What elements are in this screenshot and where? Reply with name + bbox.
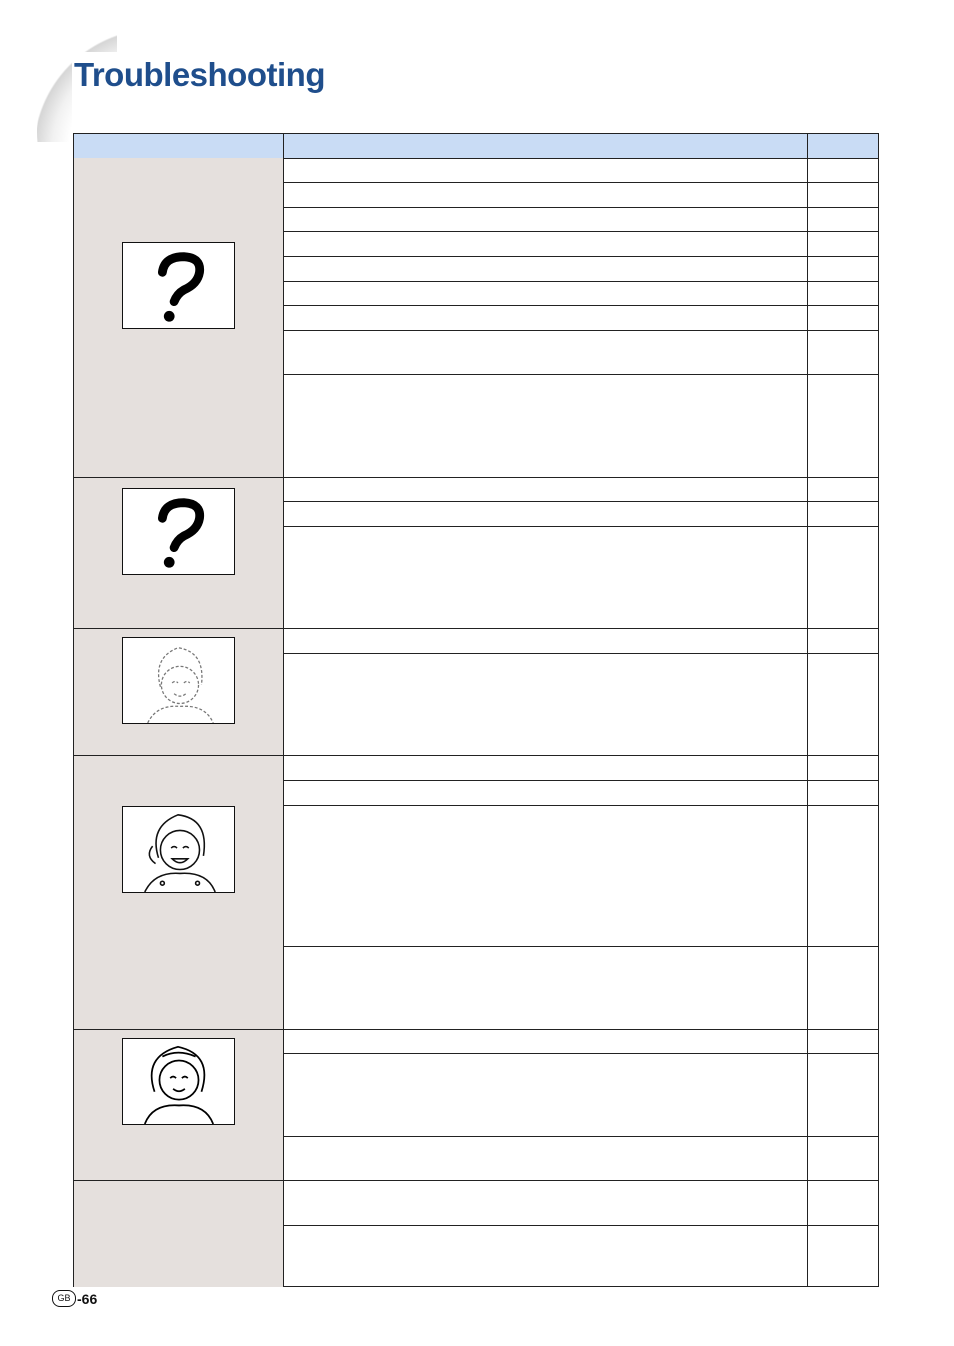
question-mark-icon [122,488,235,575]
troubleshooting-table [73,133,879,1287]
problem-cell-5 [74,1030,283,1181]
blurry-face-icon [122,806,235,893]
table-header-row [74,134,878,159]
problem-cell-1 [74,158,283,478]
problem-cell-2 [74,478,283,629]
problem-cell-6 [74,1181,283,1287]
faint-face-icon [122,637,235,724]
problem-cell-3 [74,629,283,756]
problem-cell-4 [74,756,283,1030]
question-mark-icon [122,242,235,329]
region-badge: GB [52,1290,76,1307]
page-title: Troubleshooting [74,56,325,93]
page-number: -66 [77,1290,98,1307]
clear-face-icon [122,1038,235,1125]
page-footer: GB -66 [52,1290,97,1307]
